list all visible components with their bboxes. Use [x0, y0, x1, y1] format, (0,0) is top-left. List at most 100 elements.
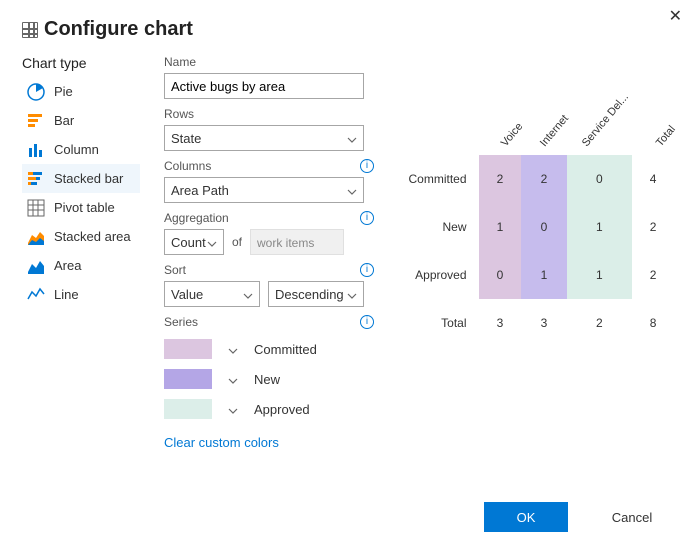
pivot-cell: 2 [521, 155, 566, 203]
pivot-col-total: 3 [479, 299, 522, 347]
pivot-row-label: Approved [398, 251, 479, 299]
chevron-down-icon [347, 185, 357, 195]
chart-type-label: Stacked bar [54, 171, 123, 186]
pivot-col-header: Service Del... [567, 95, 632, 155]
chart-type-pivot-table[interactable]: Pivot table [22, 193, 140, 222]
chart-config-icon [22, 22, 38, 38]
pivot-row-total: 2 [632, 203, 674, 251]
sort-label: Sort [164, 263, 186, 277]
chevron-down-icon [347, 133, 357, 143]
aggregation-target: work items [250, 229, 344, 255]
columns-select[interactable]: Area Path [164, 177, 364, 203]
pivot-total-label: Total [398, 299, 479, 347]
pivot-total-row: Total 3 3 2 8 [398, 299, 674, 347]
series-row-new: New [164, 369, 374, 389]
pivot-cell: 1 [567, 251, 632, 299]
ok-button[interactable]: OK [484, 502, 568, 532]
chart-type-title: Chart type [22, 55, 140, 71]
chart-type-label: Pivot table [54, 200, 115, 215]
chart-type-line[interactable]: Line [22, 280, 140, 309]
stacked-bar-icon [26, 169, 46, 189]
pie-icon [26, 82, 46, 102]
pivot-col-total: 3 [521, 299, 566, 347]
area-icon [26, 256, 46, 276]
sort-by-value: Value [171, 287, 203, 302]
pivot-cell: 0 [567, 155, 632, 203]
column-icon [26, 140, 46, 160]
dialog-title: Configure chart [44, 18, 193, 41]
cancel-button[interactable]: Cancel [590, 502, 674, 532]
chart-type-stacked-area[interactable]: Stacked area [22, 222, 140, 251]
pivot-col-header: Internet [521, 95, 566, 155]
info-icon[interactable]: i [360, 211, 374, 225]
sort-dir-value: Descending [275, 287, 344, 302]
rows-value: State [171, 131, 201, 146]
pivot-row: New 1 0 1 2 [398, 203, 674, 251]
chevron-down-icon [207, 237, 217, 247]
columns-label: Columns [164, 159, 211, 173]
series-row-committed: Committed [164, 339, 374, 359]
name-input[interactable] [164, 73, 364, 99]
chevron-down-icon [243, 289, 253, 299]
series-name: Committed [254, 342, 317, 357]
chart-type-column[interactable]: Column [22, 135, 140, 164]
chart-type-area[interactable]: Area [22, 251, 140, 280]
chart-type-label: Stacked area [54, 229, 131, 244]
pivot-row-label: New [398, 203, 479, 251]
chevron-down-icon[interactable] [228, 344, 238, 354]
line-icon [26, 285, 46, 305]
bar-icon [26, 111, 46, 131]
pivot-row-total: 2 [632, 251, 674, 299]
pivot-col-header: Total [632, 95, 674, 155]
series-swatch[interactable] [164, 399, 212, 419]
info-icon[interactable]: i [360, 263, 374, 277]
pivot-table-icon [26, 198, 46, 218]
config-form: Name Rows State Columns i Area Path Aggr… [164, 55, 374, 450]
aggregation-select[interactable]: Count [164, 229, 224, 255]
chart-type-stacked-bar[interactable]: Stacked bar [22, 164, 140, 193]
pivot-row: Approved 0 1 1 2 [398, 251, 674, 299]
chevron-down-icon[interactable] [228, 374, 238, 384]
series-row-approved: Approved [164, 399, 374, 419]
pivot-row-label: Committed [398, 155, 479, 203]
aggregation-label: Aggregation [164, 211, 229, 225]
rows-label: Rows [164, 107, 194, 121]
pivot-cell: 2 [479, 155, 522, 203]
series-swatch[interactable] [164, 369, 212, 389]
info-icon[interactable]: i [360, 315, 374, 329]
chart-type-label: Column [54, 142, 99, 157]
chart-type-label: Line [54, 287, 79, 302]
pivot-preview-table: Voice Internet Service Del... Total Comm… [398, 95, 674, 347]
pivot-cell: 0 [521, 203, 566, 251]
rows-select[interactable]: State [164, 125, 364, 151]
series-name: Approved [254, 402, 310, 417]
aggregation-value: Count [171, 235, 206, 250]
stacked-area-icon [26, 227, 46, 247]
name-label: Name [164, 55, 196, 69]
chevron-down-icon [347, 289, 357, 299]
pivot-cell: 1 [567, 203, 632, 251]
pivot-cell: 1 [479, 203, 522, 251]
series-swatch[interactable] [164, 339, 212, 359]
columns-value: Area Path [171, 183, 229, 198]
info-icon[interactable]: i [360, 159, 374, 173]
pivot-col-total: 2 [567, 299, 632, 347]
pivot-col-header: Voice [479, 95, 522, 155]
chart-type-sidebar: Chart type Pie Bar Column [22, 55, 140, 450]
chart-type-pie[interactable]: Pie [22, 77, 140, 106]
pivot-cell: 1 [521, 251, 566, 299]
chevron-down-icon[interactable] [228, 404, 238, 414]
pivot-grand-total: 8 [632, 299, 674, 347]
close-icon[interactable]: ✕ [669, 6, 682, 26]
chart-type-label: Pie [54, 84, 73, 99]
chart-type-label: Area [54, 258, 81, 273]
sort-dir-select[interactable]: Descending [268, 281, 364, 307]
pivot-row: Committed 2 2 0 4 [398, 155, 674, 203]
series-name: New [254, 372, 280, 387]
clear-custom-colors-link[interactable]: Clear custom colors [164, 435, 279, 450]
pivot-row-total: 4 [632, 155, 674, 203]
series-label: Series [164, 315, 198, 329]
chart-type-bar[interactable]: Bar [22, 106, 140, 135]
pivot-cell: 0 [479, 251, 522, 299]
sort-by-select[interactable]: Value [164, 281, 260, 307]
